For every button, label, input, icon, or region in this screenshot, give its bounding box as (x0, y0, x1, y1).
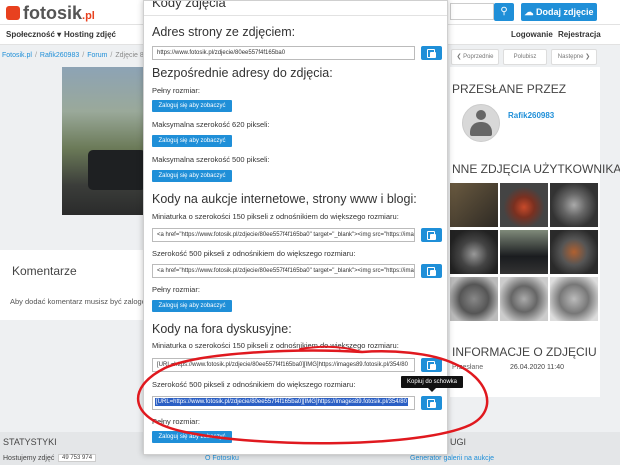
stats-value: 49 753 974 (58, 454, 97, 462)
full-size-label-2: Pełny rozmiar: (152, 285, 200, 294)
login-to-see-button[interactable]: Zaloguj się aby zobaczyć (152, 431, 232, 443)
page-address-heading: Adres strony ze zdjęciem: (152, 25, 296, 39)
uploaded-by-title: PRZESŁANE PRZEZ (452, 82, 567, 96)
thumb150-code-field[interactable]: <a href="https://www.fotosik.pl/zdjecie/… (152, 228, 415, 242)
info-uploaded-label: Przesłane (452, 364, 484, 371)
avatar-head (476, 110, 486, 120)
stats-label: Hostujemy zdjęć (3, 455, 55, 462)
user-photo-thumb[interactable] (450, 230, 498, 274)
add-photo-button[interactable]: ☁ Dodaj zdjęcie (521, 3, 597, 21)
footer-link-about[interactable]: O Fotosiku (205, 455, 239, 462)
nav-login[interactable]: Logowanie (511, 30, 553, 39)
forum-codes-heading: Kody na fora dyskusyjne: (152, 322, 292, 336)
user-photo-thumb[interactable] (500, 277, 548, 321)
site-logo[interactable]: fotosik.pl (6, 3, 95, 24)
forum-thumb-label: Miniaturka o szerokości 150 pikseli z od… (152, 341, 399, 350)
search-input[interactable] (450, 3, 494, 20)
copy-tooltip: Kopiuj do schowka (401, 376, 463, 388)
comments-panel (0, 250, 146, 320)
camera-logo-icon (6, 6, 20, 20)
copy-forum-thumb-button[interactable] (421, 358, 442, 372)
nav-community[interactable]: Społeczność ▾ (6, 30, 61, 39)
cloud-upload-icon: ☁ (524, 7, 536, 17)
login-to-see-button[interactable]: Zaloguj się aby zobaczyć (152, 170, 232, 182)
full-size-label: Pełny rozmiar: (152, 86, 200, 95)
max620-label: Maksymalna szerokość 620 pikseli: (152, 120, 270, 129)
stats-title: STATYSTYKI (3, 437, 57, 447)
nav-register[interactable]: Rejestracja (558, 30, 601, 39)
login-to-see-button[interactable]: Zaloguj się aby zobaczyć (152, 135, 232, 147)
breadcrumb-forum[interactable]: Forum (87, 52, 107, 59)
footer-right-title: UGI (450, 437, 467, 447)
copy-forum-w500-button[interactable] (421, 396, 442, 410)
forum-w500-label: Szerokość 500 pikseli z odnośnikiem do w… (152, 380, 356, 389)
uploader-username[interactable]: Rafik260983 (508, 111, 554, 120)
thumb150-label: Miniaturka o szerokości 150 pikseli z od… (152, 212, 399, 221)
forum-thumb-code-field[interactable]: [URL=https://www.fotosik.pl/zdjecie/80ee… (152, 358, 415, 372)
like-button[interactable]: Polubisz (503, 49, 547, 65)
avatar-body (470, 122, 492, 136)
user-photo-thumb[interactable] (450, 183, 498, 227)
next-button[interactable]: Następne ❯ (551, 49, 597, 65)
user-photo-thumb[interactable] (550, 183, 598, 227)
w500-label: Szerokość 500 pikseli z odnośnikiem do w… (152, 249, 356, 258)
selected-code-text: [URL=https://www.fotosik.pl/zdjecie/80ee… (155, 398, 408, 406)
max500-label: Maksymalna szerokość 500 pikseli: (152, 155, 270, 164)
search-button[interactable]: ⚲ (494, 3, 514, 21)
w500-code-field[interactable]: <a href="https://www.fotosik.pl/zdjecie/… (152, 264, 415, 278)
comments-title: Komentarze (12, 264, 77, 278)
nav-hosting[interactable]: Hosting zdjęć (64, 30, 116, 39)
other-photos-title: NNE ZDJĘCIA UŻYTKOWNIKA (452, 162, 620, 176)
login-to-see-button[interactable]: Zaloguj się aby zobaczyć (152, 100, 232, 112)
copy-thumb150-button[interactable] (421, 228, 442, 242)
login-to-see-button[interactable]: Zaloguj się aby zobaczyć (152, 300, 232, 312)
user-photo-thumb[interactable] (550, 230, 598, 274)
user-photo-thumb[interactable] (500, 183, 548, 227)
modal-title: Kody zdjęcia (152, 0, 226, 10)
main-photo-car (88, 150, 146, 190)
forum-w500-code-field[interactable]: [URL=https://www.fotosik.pl/zdjecie/80ee… (152, 396, 415, 410)
forum-full-label: Pełny rozmiar: (152, 417, 200, 426)
main-photo[interactable] (62, 67, 146, 215)
comments-login-note: Aby dodać komentarz musisz być zalogowa (10, 297, 156, 306)
copy-w500-button[interactable] (421, 264, 442, 278)
footer-link-generator[interactable]: Generator galerii na aukcje (410, 455, 494, 462)
info-title: INFORMACJE O ZDJĘCIU (452, 345, 597, 359)
direct-links-heading: Bezpośrednie adresy do zdjęcia: (152, 66, 333, 80)
search-icon: ⚲ (500, 6, 508, 17)
user-photo-thumb[interactable] (450, 277, 498, 321)
copy-tooltip-arrow (428, 388, 436, 392)
info-uploaded-value: 26.04.2020 11:40 (510, 364, 564, 371)
page-address-field[interactable]: https://www.fotosik.pl/zdjecie/80ee557f4… (152, 46, 415, 60)
breadcrumb-home[interactable]: Fotosik.pl (2, 52, 32, 59)
breadcrumb-user[interactable]: Rafik260983 (40, 52, 79, 59)
user-photo-thumb[interactable] (550, 277, 598, 321)
previous-button[interactable]: ❮ Poprzednie (451, 49, 499, 65)
auction-codes-heading: Kody na aukcje internetowe, strony www i… (152, 192, 417, 206)
copy-page-address-button[interactable] (421, 46, 442, 60)
user-photo-thumb[interactable] (500, 230, 548, 274)
